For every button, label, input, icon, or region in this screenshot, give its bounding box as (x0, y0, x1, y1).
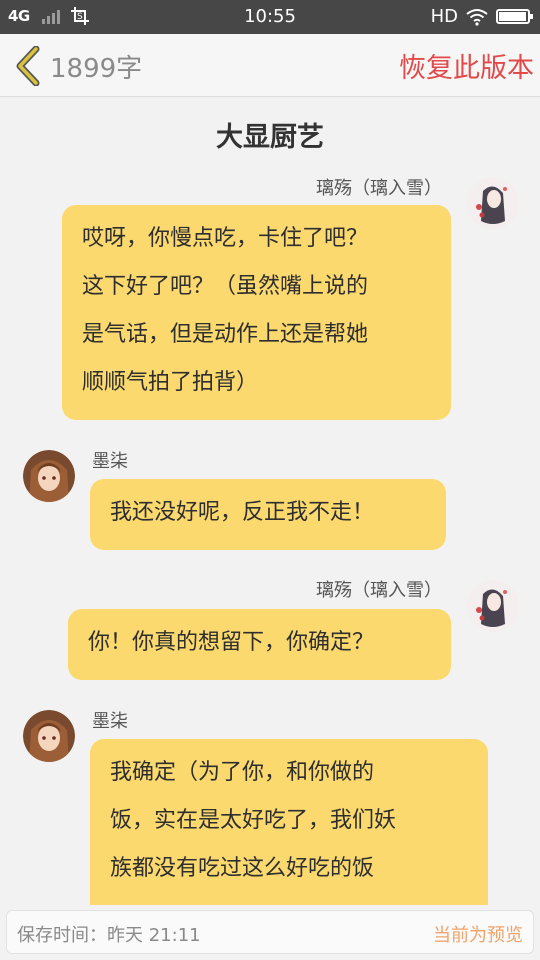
battery-level (499, 12, 526, 21)
word-count: 1899字 (50, 54, 143, 84)
save-time: 保存时间：昨天 21:11 (17, 925, 201, 946)
message-line: 是气话，但是动作上还是帮她 (82, 322, 369, 347)
wifi-icon (466, 8, 488, 26)
battery-icon (496, 9, 533, 24)
header-bar: 1899字 恢复此版本 (0, 34, 540, 97)
chat-content[interactable]: 大显厨艺 璃殇（璃入雪） 哎呀，你慢点吃，卡住了吧？ 这下好了吧？（虽然嘴上说的… (0, 97, 540, 905)
footer-bar: 保存时间：昨天 21:11 当前为预览 (6, 910, 534, 954)
status-bar: 4G S 10:55 HD (0, 0, 540, 34)
hd-indicator: HD (430, 6, 458, 27)
avatar-liyin[interactable] (467, 580, 519, 632)
message-bubble[interactable]: 你！你真的想留下，你确定？ (68, 609, 451, 680)
sender-name: 墨柒 (92, 711, 128, 732)
status-right: HD (430, 6, 533, 27)
message-line: 哎呀，你慢点吃，卡住了吧？ (82, 226, 369, 251)
sender-name: 璃殇（璃入雪） (316, 580, 442, 601)
message-bubble[interactable]: 我确定（为了你，和你做的 饭，实在是太好吃了，我们妖 族都没有吃过这么好吃的饭 (90, 739, 488, 905)
message-line: 你！你真的想留下，你确定？ (88, 630, 375, 655)
message-line: 族都没有吃过这么好吃的饭 (110, 856, 375, 881)
avatar-moqi[interactable] (23, 450, 75, 502)
sender-name: 墨柒 (92, 451, 128, 472)
message-bubble[interactable]: 哎呀，你慢点吃，卡住了吧？ 这下好了吧？（虽然嘴上说的 是气话，但是动作上还是帮… (62, 205, 451, 420)
avatar-moqi[interactable] (23, 710, 75, 762)
message-line: 顺顺气拍了拍背） (82, 370, 259, 395)
page-title: 大显厨艺 (216, 122, 324, 153)
message-bubble[interactable]: 我还没好呢，反正我不走！ (90, 479, 446, 550)
message-line: 这下好了吧？（虽然嘴上说的 (82, 274, 369, 299)
avatar-liyin[interactable] (467, 177, 519, 229)
restore-version-button[interactable]: 恢复此版本 (399, 46, 534, 85)
sender-name: 璃殇（璃入雪） (316, 178, 442, 199)
message-line: 我还没好呢，反正我不走！ (110, 500, 375, 525)
message-line: 饭，实在是太好吃了，我们妖 (110, 808, 397, 833)
chevron-left-icon[interactable] (12, 46, 44, 86)
preview-status: 当前为预览 (433, 925, 523, 946)
message-line: 我确定（为了你，和你做的 (110, 760, 375, 785)
